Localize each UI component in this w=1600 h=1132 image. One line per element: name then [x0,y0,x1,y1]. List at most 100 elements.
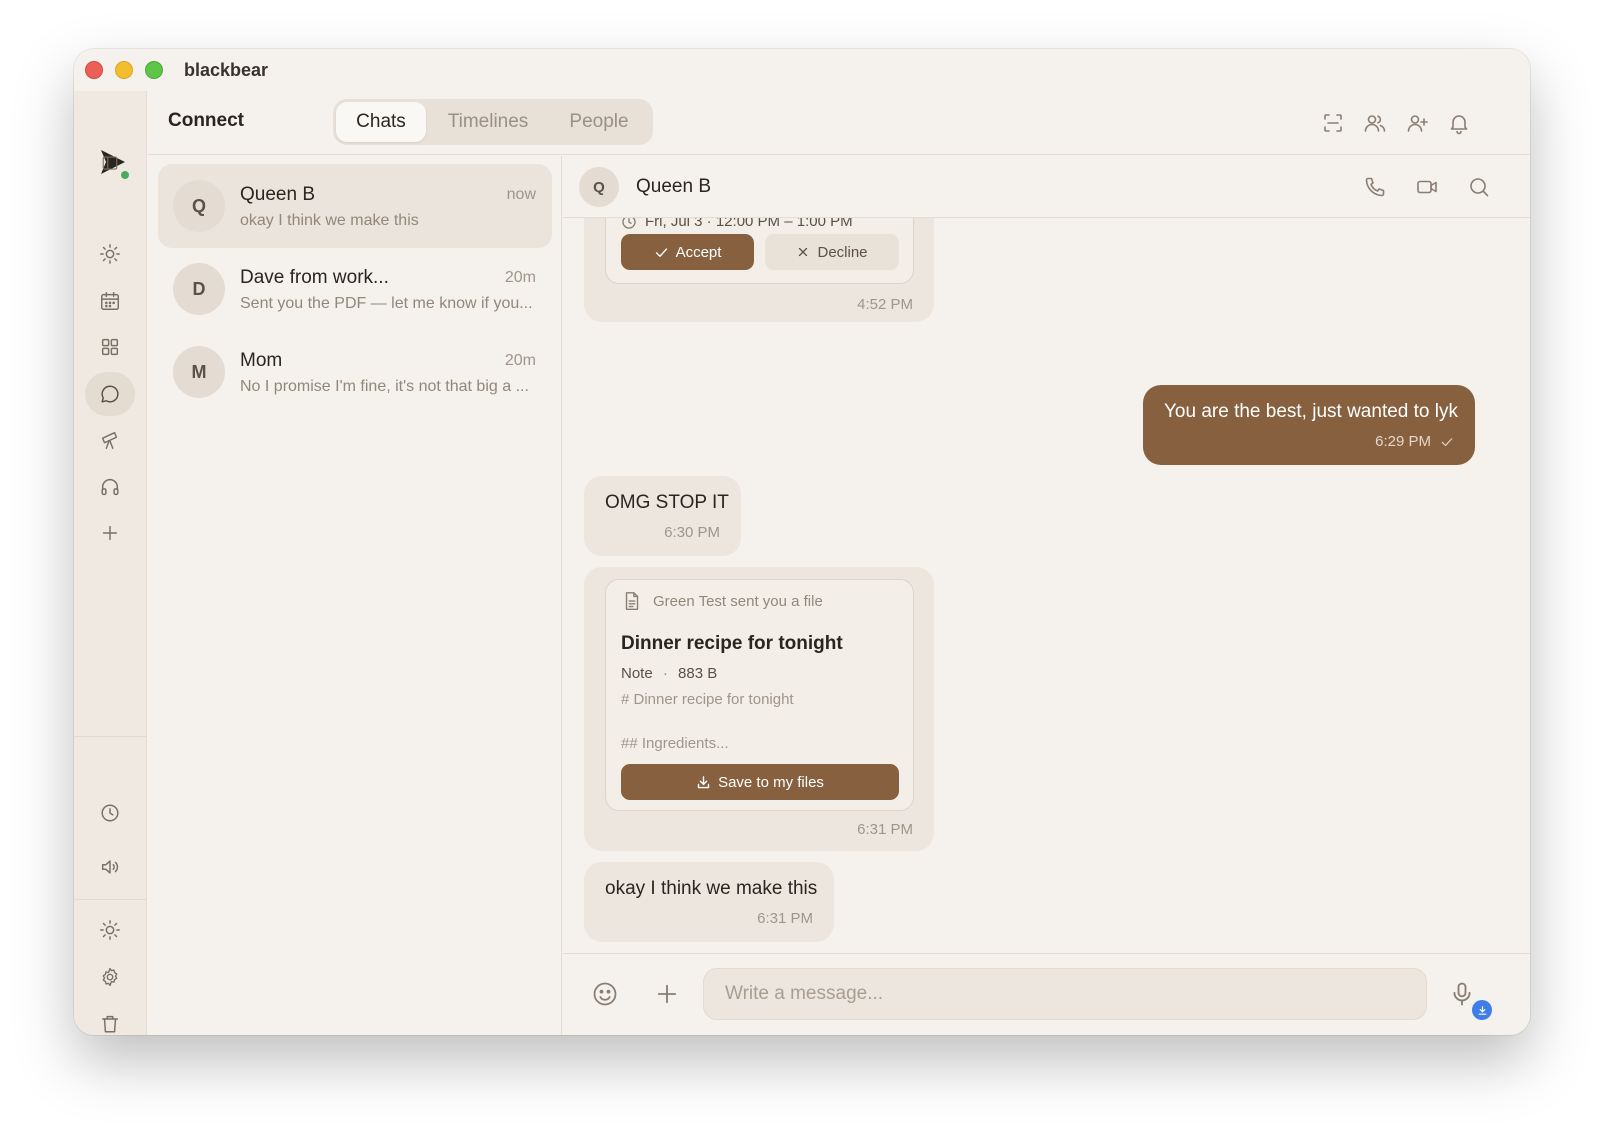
conversation-time: now [506,186,536,203]
app-window: blackbear Connect Chats Timelines People… [74,49,1530,1035]
outgoing-message: You are the best, just wanted to lyk 6:2… [1143,385,1475,465]
chat-bubble-icon [101,385,119,403]
conversation-name: Mom [240,350,283,371]
rail-trash-button[interactable] [85,1002,135,1035]
calendar-icon [101,292,119,310]
incoming-message: okay I think we make this 6:31 PM [584,862,834,942]
conversation-item[interactable]: M Mom 20m No I promise I'm fine, it's no… [158,330,552,414]
rail-apps-button[interactable] [85,325,135,369]
message-time: 6:31 PM [757,910,813,927]
check-icon [655,247,667,257]
avatar: M [173,346,225,398]
rail-today-button[interactable] [85,232,135,276]
conversation-item[interactable]: D Dave from work... 20m Sent you the PDF… [158,247,552,331]
rail-calendar-button[interactable] [85,279,135,323]
file-type: Note [621,665,653,682]
trash-icon [101,1015,119,1033]
conversation-preview: No I promise I'm fine, it's not that big… [240,378,529,395]
section-title: Connect [168,110,244,131]
avatar: Q [173,180,225,232]
conversation-preview: okay I think we make this [240,212,419,229]
avatar[interactable]: Q [579,167,619,207]
search-icon[interactable] [1467,175,1491,199]
download-badge[interactable] [1472,1000,1492,1020]
title-bar: blackbear [74,49,1530,91]
close-window-button[interactable] [85,61,103,79]
message-input[interactable] [703,968,1427,1020]
tab-timelines[interactable]: Timelines [429,102,547,142]
file-sender-line: Green Test sent you a file [653,593,823,610]
conversation-name: Queen B [240,184,315,205]
file-size: 883 B [678,665,718,682]
sent-check-icon [1441,438,1453,447]
save-to-files-button[interactable]: Save to my files [621,764,899,800]
conversation-time: 20m [504,269,536,286]
file-preview-line: # Dinner recipe for tonight [621,691,794,708]
incoming-message: OMG STOP IT 6:30 PM [584,476,741,556]
file-title: Dinner recipe for tonight [621,633,843,654]
nav-rail [74,91,147,1035]
message-text: okay I think we make this [605,878,818,899]
emoji-icon[interactable] [591,980,619,1008]
conversation-list: Q Queen B now okay I think we make this … [148,156,562,1035]
accept-invite-button[interactable]: Accept [621,234,754,270]
message-time: 6:29 PM [1375,433,1431,450]
sun-icon [100,244,120,264]
clock-icon [101,804,119,822]
phone-icon[interactable] [1363,175,1387,199]
sidebar-icon [102,156,118,170]
contacts-icon[interactable] [1363,111,1387,135]
microphone-icon[interactable] [1448,980,1476,1008]
speaker-icon [101,860,119,874]
rail-history-button[interactable] [85,791,135,835]
rail-volume-button[interactable] [85,845,135,889]
plus-icon [102,525,118,541]
message-time: 6:30 PM [664,524,720,541]
conversation-time: 20m [504,352,536,369]
rail-theme-button[interactable] [85,908,135,952]
tab-people[interactable]: People [549,102,649,142]
message-text: You are the best, just wanted to lyk [1164,401,1458,422]
message-composer [563,953,1530,1035]
conversation-preview: Sent you the PDF — let me know if you... [240,295,533,312]
file-card: Green Test sent you a file Dinner recipe… [605,579,914,811]
chat-pane: Q Queen B Fri, Jul 3 · 12:00 PM – 1:00 P… [563,156,1530,1035]
decline-invite-button[interactable]: Decline [765,234,899,270]
message-text: OMG STOP IT [605,492,729,513]
file-share-bubble: Green Test sent you a file Dinner recipe… [584,567,934,851]
headphones-icon [101,479,119,496]
rail-add-button[interactable] [85,511,135,555]
download-icon [1478,1005,1486,1015]
close-icon [799,247,808,257]
top-header: Connect Chats Timelines People [148,91,1530,155]
save-label: Save to my files [718,773,824,791]
rail-settings-button[interactable] [85,955,135,999]
grid-icon [101,338,119,356]
download-icon [697,775,710,788]
rail-explore-button[interactable] [85,418,135,462]
bell-icon[interactable] [1447,111,1471,135]
rail-chats-button[interactable] [85,372,135,416]
accept-label: Accept [675,243,722,261]
view-tabs: Chats Timelines People [333,99,653,145]
add-person-icon[interactable] [1405,111,1429,135]
scan-icon[interactable] [1321,111,1345,135]
toggle-sidebar-button[interactable] [85,143,135,183]
sun-icon [100,920,120,940]
rail-divider [74,736,147,737]
conversation-item[interactable]: Q Queen B now okay I think we make this [158,164,552,248]
tab-chats[interactable]: Chats [336,102,426,142]
zoom-window-button[interactable] [145,61,163,79]
video-camera-icon[interactable] [1415,175,1439,199]
rail-audio-button[interactable] [85,465,135,509]
message-time: 4:52 PM [857,296,913,313]
file-preview-line: ## Ingredients... [621,735,729,752]
chat-contact-name[interactable]: Queen B [636,176,711,198]
attach-plus-icon[interactable] [653,980,681,1008]
gear-icon [102,967,118,987]
minimize-window-button[interactable] [115,61,133,79]
chat-header: Q Queen B [563,156,1530,218]
document-icon [625,592,639,610]
decline-label: Decline [817,243,868,261]
avatar: D [173,263,225,315]
